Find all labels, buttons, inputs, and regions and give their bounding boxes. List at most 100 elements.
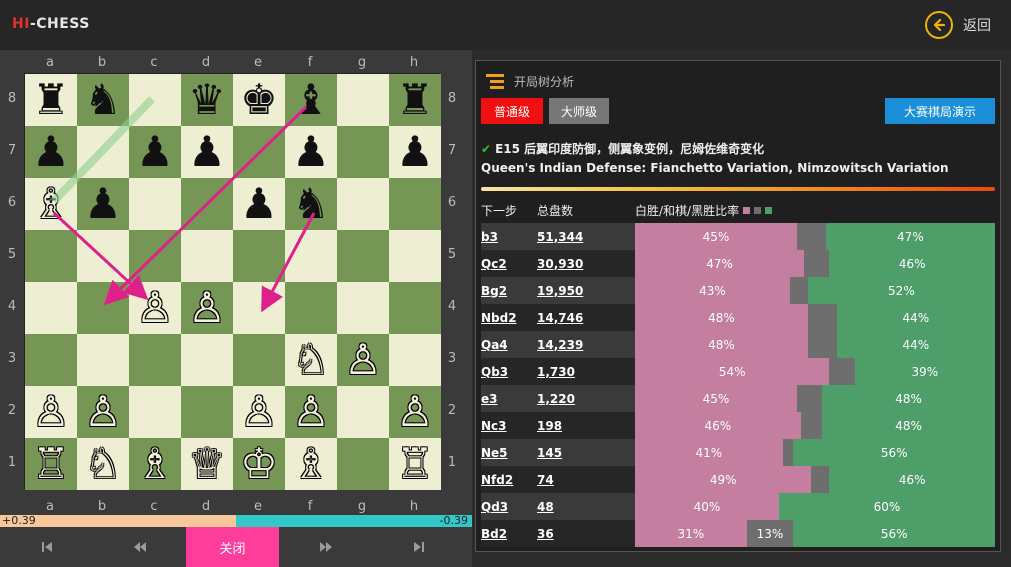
square-g4[interactable] bbox=[337, 282, 389, 334]
last-move-button[interactable] bbox=[372, 527, 465, 567]
white-knight-icon[interactable]: ♘ bbox=[292, 339, 330, 381]
white-pawn-icon[interactable]: ♙ bbox=[240, 391, 278, 433]
table-row[interactable]: Qd3 48 40% 60% bbox=[481, 493, 995, 520]
next-move-button[interactable] bbox=[279, 527, 372, 567]
square-c3[interactable] bbox=[129, 334, 181, 386]
white-rook-icon[interactable]: ♖ bbox=[32, 443, 70, 485]
square-a8[interactable]: ♜ bbox=[25, 74, 77, 126]
white-pawn-icon[interactable]: ♙ bbox=[84, 391, 122, 433]
black-pawn-icon[interactable]: ♟ bbox=[240, 183, 278, 225]
white-pawn-icon[interactable]: ♙ bbox=[292, 391, 330, 433]
square-c5[interactable] bbox=[129, 230, 181, 282]
table-row[interactable]: Qb3 1,730 54% 39% bbox=[481, 358, 995, 385]
table-row[interactable]: e3 1,220 45% 48% bbox=[481, 385, 995, 412]
black-rook-icon[interactable]: ♜ bbox=[396, 79, 434, 121]
move-link[interactable]: Qa4 bbox=[481, 338, 537, 352]
square-g8[interactable] bbox=[337, 74, 389, 126]
white-king-icon[interactable]: ♔ bbox=[240, 443, 278, 485]
first-move-button[interactable] bbox=[0, 527, 93, 567]
close-button[interactable]: 关闭 bbox=[186, 527, 279, 567]
move-link[interactable]: b3 bbox=[481, 230, 537, 244]
square-d4[interactable]: ♙ bbox=[181, 282, 233, 334]
square-g7[interactable] bbox=[337, 126, 389, 178]
move-link[interactable]: Nbd2 bbox=[481, 311, 537, 325]
square-c2[interactable] bbox=[129, 386, 181, 438]
logo[interactable]: HI-CHESS bbox=[12, 16, 90, 32]
black-pawn-icon[interactable]: ♟ bbox=[188, 131, 226, 173]
black-knight-icon[interactable]: ♞ bbox=[292, 183, 330, 225]
black-pawn-icon[interactable]: ♟ bbox=[84, 183, 122, 225]
square-h3[interactable] bbox=[389, 334, 441, 386]
square-f7[interactable]: ♟ bbox=[285, 126, 337, 178]
square-f3[interactable]: ♘ bbox=[285, 334, 337, 386]
white-queen-icon[interactable]: ♕ bbox=[188, 443, 226, 485]
square-a6[interactable]: ♗ bbox=[25, 178, 77, 230]
square-c1[interactable]: ♗ bbox=[129, 438, 181, 490]
square-e8[interactable]: ♚ bbox=[233, 74, 285, 126]
games-link[interactable]: 30,930 bbox=[537, 257, 635, 271]
games-link[interactable]: 51,344 bbox=[537, 230, 635, 244]
square-c6[interactable] bbox=[129, 178, 181, 230]
square-f5[interactable] bbox=[285, 230, 337, 282]
square-b7[interactable] bbox=[77, 126, 129, 178]
square-b8[interactable]: ♞ bbox=[77, 74, 129, 126]
square-h8[interactable]: ♜ bbox=[389, 74, 441, 126]
black-knight-icon[interactable]: ♞ bbox=[84, 79, 122, 121]
square-f6[interactable]: ♞ bbox=[285, 178, 337, 230]
square-b5[interactable] bbox=[77, 230, 129, 282]
black-pawn-icon[interactable]: ♟ bbox=[32, 131, 70, 173]
move-link[interactable]: Qd3 bbox=[481, 500, 537, 514]
white-bishop-icon[interactable]: ♗ bbox=[136, 443, 174, 485]
square-a7[interactable]: ♟ bbox=[25, 126, 77, 178]
square-e7[interactable] bbox=[233, 126, 285, 178]
square-b1[interactable]: ♘ bbox=[77, 438, 129, 490]
games-link[interactable]: 36 bbox=[537, 527, 635, 541]
move-link[interactable]: Ne5 bbox=[481, 446, 537, 460]
black-pawn-icon[interactable]: ♟ bbox=[292, 131, 330, 173]
table-row[interactable]: Qa4 14,239 48% 44% bbox=[481, 331, 995, 358]
square-f8[interactable]: ♝ bbox=[285, 74, 337, 126]
table-row[interactable]: Ne5 145 41% 56% bbox=[481, 439, 995, 466]
square-e3[interactable] bbox=[233, 334, 285, 386]
white-pawn-icon[interactable]: ♙ bbox=[136, 287, 174, 329]
games-link[interactable]: 1,730 bbox=[537, 365, 635, 379]
square-d5[interactable] bbox=[181, 230, 233, 282]
square-e2[interactable]: ♙ bbox=[233, 386, 285, 438]
square-c8[interactable] bbox=[129, 74, 181, 126]
move-link[interactable]: Qc2 bbox=[481, 257, 537, 271]
move-link[interactable]: Nfd2 bbox=[481, 473, 537, 487]
square-g1[interactable] bbox=[337, 438, 389, 490]
square-f2[interactable]: ♙ bbox=[285, 386, 337, 438]
square-a4[interactable] bbox=[25, 282, 77, 334]
square-c4[interactable]: ♙ bbox=[129, 282, 181, 334]
square-a3[interactable] bbox=[25, 334, 77, 386]
move-link[interactable]: Qb3 bbox=[481, 365, 537, 379]
square-d2[interactable] bbox=[181, 386, 233, 438]
black-queen-icon[interactable]: ♛ bbox=[188, 79, 226, 121]
square-h2[interactable]: ♙ bbox=[389, 386, 441, 438]
games-link[interactable]: 14,239 bbox=[537, 338, 635, 352]
games-link[interactable]: 48 bbox=[537, 500, 635, 514]
square-g6[interactable] bbox=[337, 178, 389, 230]
games-link[interactable]: 1,220 bbox=[537, 392, 635, 406]
white-pawn-icon[interactable]: ♙ bbox=[396, 391, 434, 433]
table-row[interactable]: Nbd2 14,746 48% 44% bbox=[481, 304, 995, 331]
square-e1[interactable]: ♔ bbox=[233, 438, 285, 490]
white-knight-icon[interactable]: ♘ bbox=[84, 443, 122, 485]
normal-level-button[interactable]: 普通级 bbox=[481, 98, 543, 124]
square-d6[interactable] bbox=[181, 178, 233, 230]
table-row[interactable]: Nc3 198 46% 48% bbox=[481, 412, 995, 439]
white-bishop-icon[interactable]: ♗ bbox=[292, 443, 330, 485]
table-row[interactable]: Nfd2 74 49% 46% bbox=[481, 466, 995, 493]
square-h1[interactable]: ♖ bbox=[389, 438, 441, 490]
table-row[interactable]: Bg2 19,950 43% 52% bbox=[481, 277, 995, 304]
square-d8[interactable]: ♛ bbox=[181, 74, 233, 126]
square-h5[interactable] bbox=[389, 230, 441, 282]
square-h4[interactable] bbox=[389, 282, 441, 334]
square-h7[interactable]: ♟ bbox=[389, 126, 441, 178]
square-g5[interactable] bbox=[337, 230, 389, 282]
square-b4[interactable] bbox=[77, 282, 129, 334]
square-h6[interactable] bbox=[389, 178, 441, 230]
move-link[interactable]: e3 bbox=[481, 392, 537, 406]
master-level-button[interactable]: 大师级 bbox=[549, 98, 609, 124]
